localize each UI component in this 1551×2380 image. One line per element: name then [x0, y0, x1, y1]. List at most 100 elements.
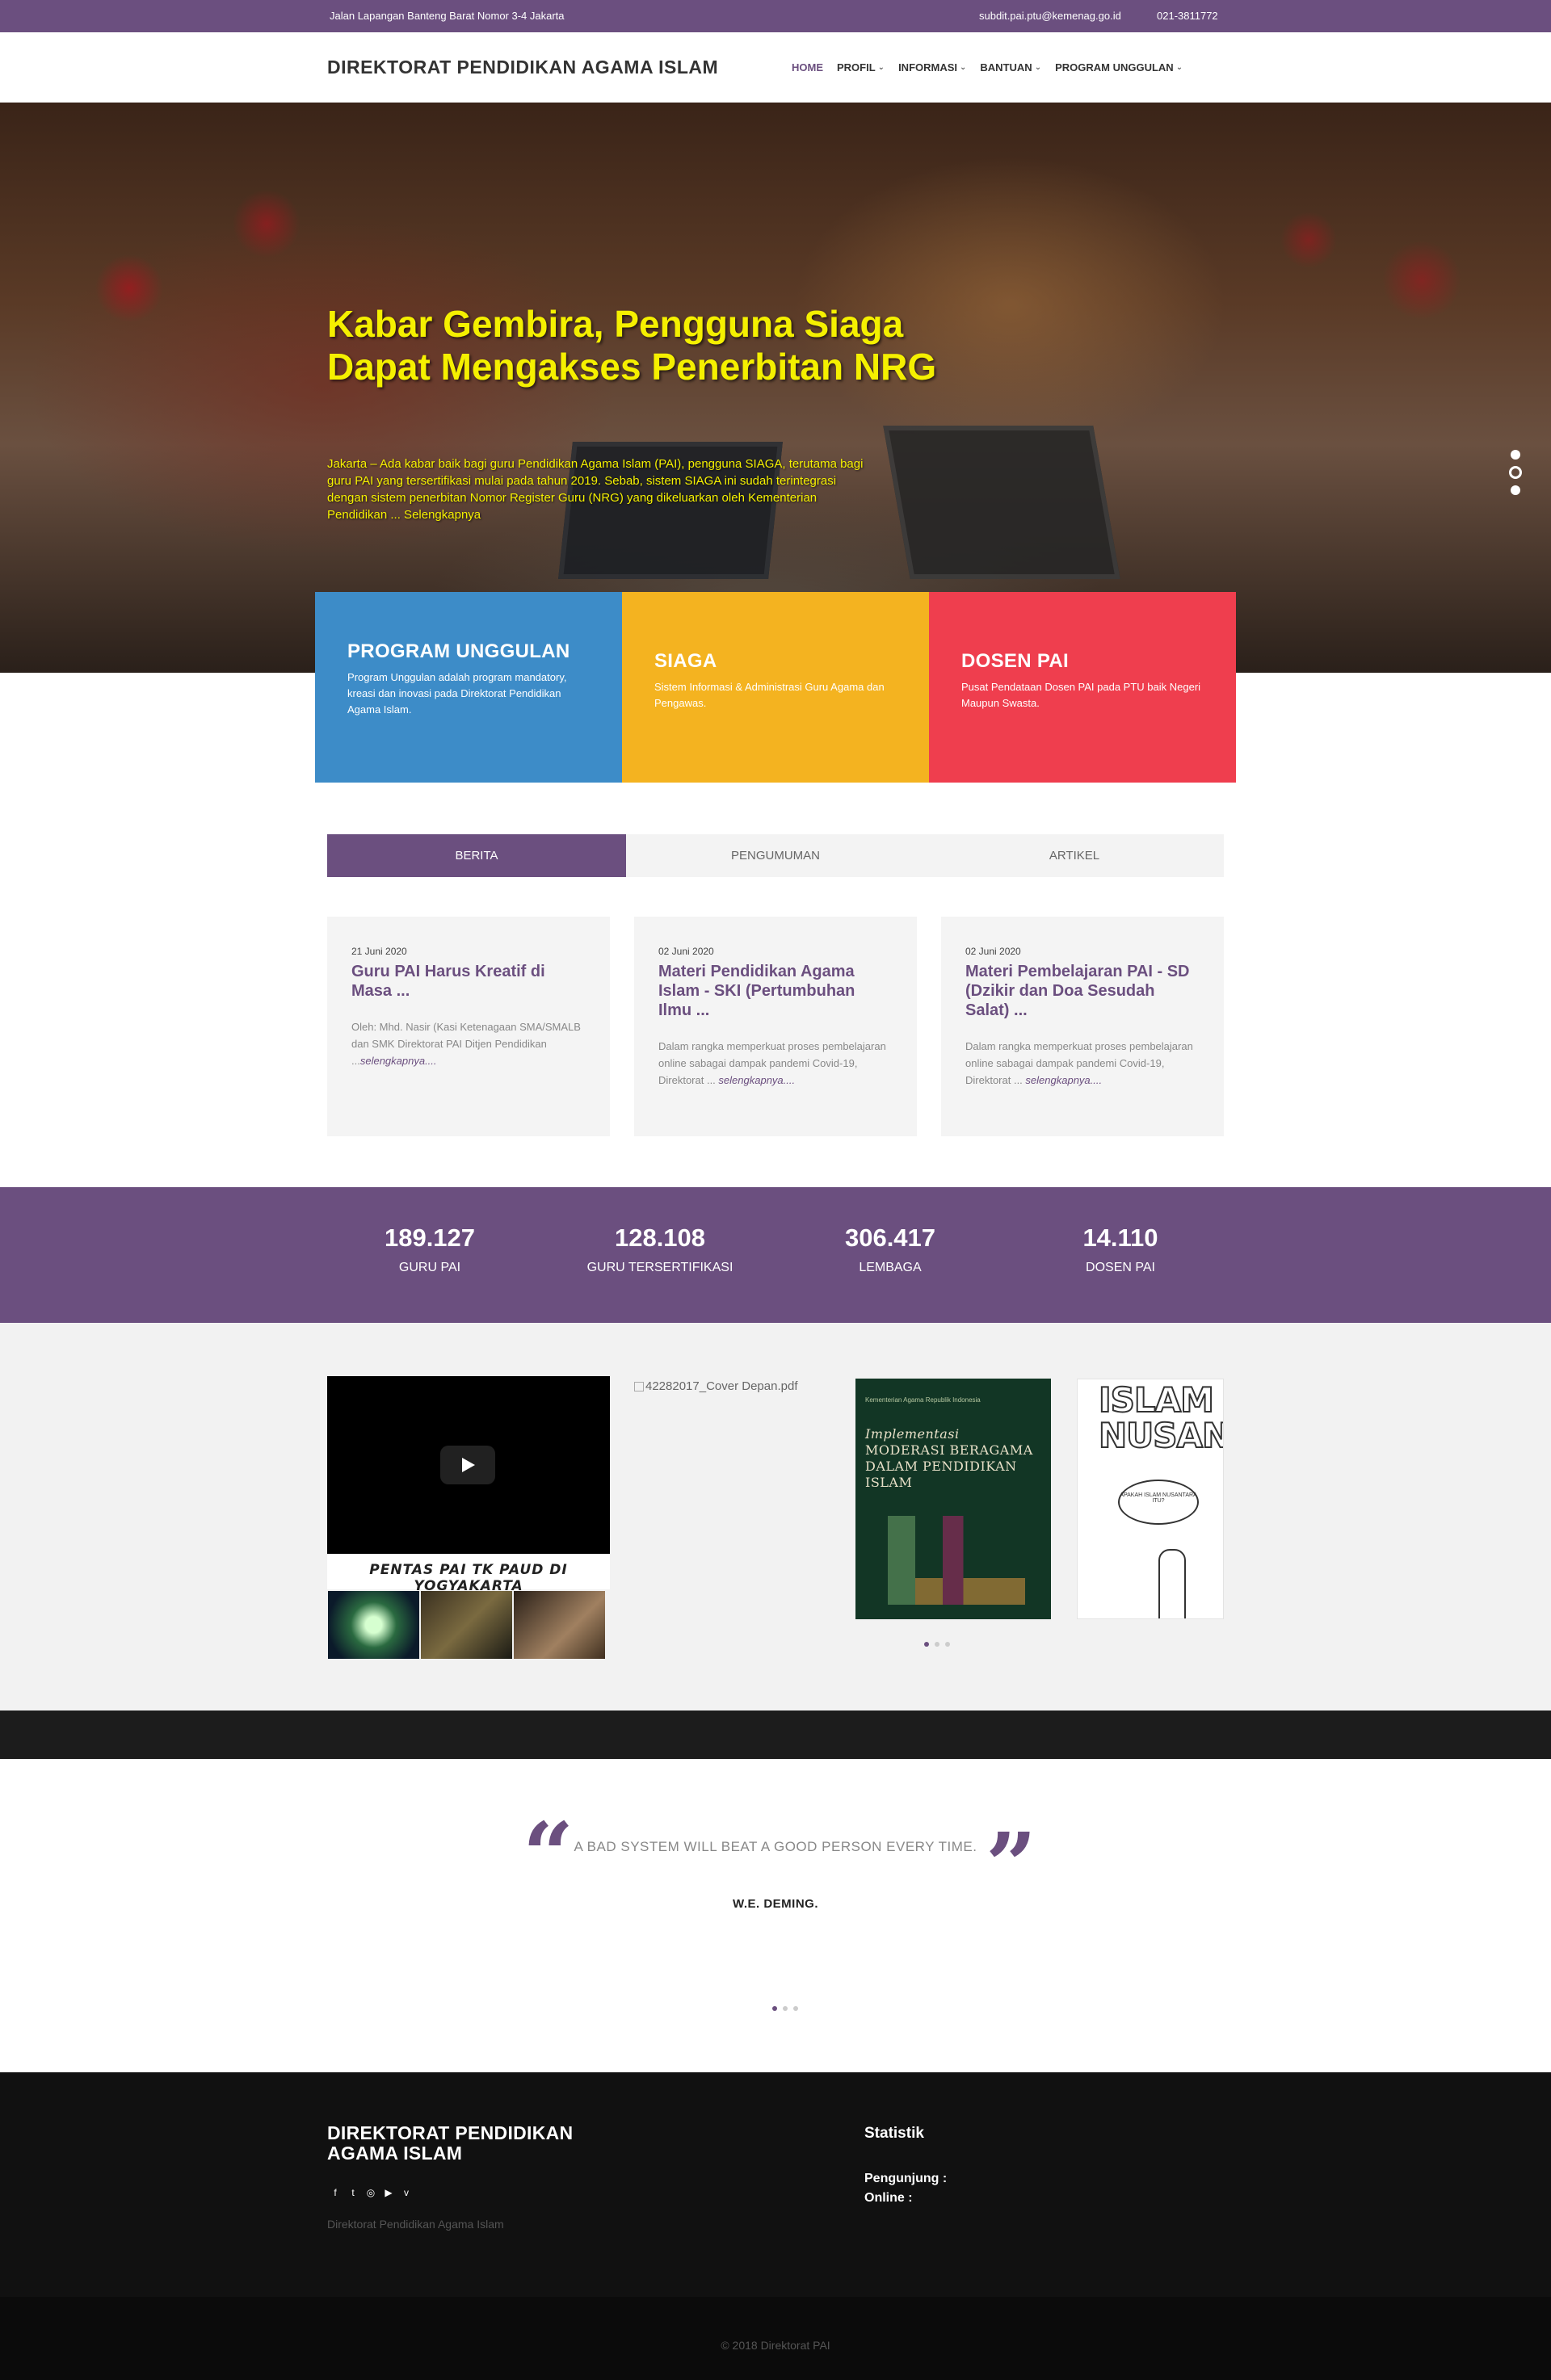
book-title-main: MODERASI BERAGAMA DALAM PENDIDIKAN ISLAM — [865, 1442, 1033, 1490]
feature-text: Program Unggulan adalah program mandator… — [347, 671, 567, 716]
feature-title: PROGRAM UNGGULAN — [347, 640, 570, 662]
hero-slider[interactable]: Kabar Gembira, Pengguna Siaga Dapat Meng… — [0, 103, 1551, 673]
phone-text: 021-3811772 — [1157, 10, 1218, 22]
site-brand[interactable]: DIREKTORAT PENDIDIKAN AGAMA ISLAM — [327, 57, 718, 78]
stat-value: 128.108 — [614, 1224, 706, 1252]
book-title: ISLAM NUSANTARA — [1098, 1380, 1223, 1455]
feature-program-unggulan[interactable]: PROGRAM UNGGULAN Program Unggulan adalah… — [315, 592, 622, 783]
carousel-dot[interactable] — [945, 1642, 950, 1647]
hero-title[interactable]: Kabar Gembira, Pengguna Siaga Dapat Meng… — [327, 303, 941, 388]
video-thumbnail[interactable] — [328, 1591, 419, 1659]
nav-informasi[interactable]: INFORMASI ⌄ — [898, 61, 966, 73]
nav-home-label: HOME — [792, 61, 823, 73]
carousel-dot-active[interactable] — [924, 1642, 929, 1647]
video-player[interactable] — [327, 1376, 610, 1554]
copyright-bar: © 2018 Direktorat PAI — [0, 2297, 1551, 2380]
quote-dot[interactable] — [793, 2006, 798, 2011]
social-links: f t ◎ ▶ v — [330, 2187, 412, 2198]
broken-image-alt: 42282017_Cover Depan.pdf — [645, 1379, 798, 1393]
read-more-link[interactable]: selengkapnya.... — [1025, 1074, 1102, 1086]
news-title[interactable]: Guru PAI Harus Kreatif di Masa ... — [351, 962, 586, 1001]
news-date: 02 Juni 2020 — [965, 946, 1021, 957]
book-title-italic: Implementasi — [865, 1426, 960, 1442]
stat-guru-pai: 189.127 GURU PAI — [309, 1224, 551, 1275]
feature-title: SIAGA — [654, 650, 717, 672]
hero-dot-active[interactable] — [1509, 466, 1522, 479]
news-excerpt: Oleh: Mhd. Nasir (Kasi Ketenagaan SMA/SM… — [351, 1018, 586, 1069]
nav-bantuan[interactable]: BANTUAN ⌄ — [980, 61, 1041, 73]
news-excerpt: Dalam rangka memperkuat proses pembelaja… — [965, 1038, 1200, 1089]
stat-label: DOSEN PAI — [1086, 1261, 1155, 1274]
read-more-link[interactable]: selengkapnya.... — [718, 1074, 795, 1086]
quote-open-icon: “ — [523, 1803, 574, 1907]
feature-title: DOSEN PAI — [961, 650, 1069, 672]
tab-berita[interactable]: BERITA — [327, 834, 626, 877]
nav-profil[interactable]: PROFIL ⌄ — [837, 61, 885, 73]
instagram-icon[interactable]: ◎ — [365, 2187, 376, 2198]
feature-dosen-pai[interactable]: DOSEN PAI Pusat Pendataan Dosen PAI pada… — [929, 592, 1236, 783]
book-cover-moderasi[interactable]: Kementerian Agama Republik Indonesia Imp… — [855, 1379, 1051, 1619]
book-title: Implementasi MODERASI BERAGAMA DALAM PEND… — [865, 1426, 1041, 1491]
stat-label: GURU PAI — [398, 1261, 461, 1274]
news-card: 02 Juni 2020 Materi Pembelajaran PAI - S… — [941, 917, 1224, 1136]
news-excerpt: Dalam rangka memperkuat proses pembelaja… — [658, 1038, 893, 1089]
book-cover-islam-nusantara[interactable]: ISLAM NUSANTARA APAKAH ISLAM NUSANTARA I… — [1077, 1379, 1224, 1619]
facebook-icon[interactable]: f — [330, 2187, 341, 2198]
tab-pengumuman[interactable]: PENGUMUMAN — [626, 834, 925, 877]
nav-informasi-label: INFORMASI — [898, 61, 958, 73]
quote-dot-active[interactable] — [772, 2006, 777, 2011]
youtube-icon[interactable]: ▶ — [383, 2187, 394, 2198]
carousel-dot[interactable] — [935, 1642, 939, 1647]
puzzle-illustration — [888, 1516, 1025, 1605]
broken-image[interactable]: 42282017_Cover Depan.pdf — [634, 1379, 797, 1393]
news-card: 21 Juni 2020 Guru PAI Harus Kreatif di M… — [327, 917, 610, 1136]
top-bar: Jalan Lapangan Banteng Barat Nomor 3-4 J… — [0, 0, 1551, 32]
nav-program-unggulan[interactable]: PROGRAM UNGGULAN ⌄ — [1055, 61, 1183, 73]
stats-bar: 189.127 GURU PAI 128.108 GURU TERSERTIFI… — [0, 1187, 1551, 1323]
stat-value: 306.417 — [844, 1224, 936, 1252]
nav-program-unggulan-label: PROGRAM UNGGULAN — [1055, 61, 1174, 73]
stat-value: 189.127 — [384, 1224, 476, 1252]
site-header: DIREKTORAT PENDIDIKAN AGAMA ISLAM HOME P… — [0, 32, 1551, 103]
play-icon[interactable] — [440, 1446, 495, 1484]
chevron-down-icon: ⌄ — [960, 63, 967, 72]
twitter-icon[interactable]: t — [347, 2187, 359, 2198]
figure-illustration — [1158, 1549, 1186, 1618]
chevron-down-icon: ⌄ — [1175, 63, 1183, 72]
visitors-label: Pengunjung : — [864, 2172, 948, 2185]
stat-label: LEMBAGA — [859, 1261, 922, 1274]
address-text: Jalan Lapangan Banteng Barat Nomor 3-4 J… — [330, 10, 565, 22]
book-publisher: Kementerian Agama Republik Indonesia — [865, 1396, 981, 1404]
footer-brand: DIREKTORAT PENDIDIKAN AGAMA ISLAM — [327, 2122, 574, 2164]
footer-description: Direktorat Pendidikan Agama Islam — [327, 2218, 504, 2231]
read-more-link[interactable]: selengkapnya.... — [360, 1055, 437, 1067]
news-date: 02 Juni 2020 — [658, 946, 714, 957]
vimeo-icon[interactable]: v — [401, 2187, 412, 2198]
news-title[interactable]: Materi Pembelajaran PAI - SD (Dzikir dan… — [965, 962, 1200, 1020]
speech-bubble: APAKAH ISLAM NUSANTARA ITU? — [1118, 1480, 1199, 1525]
news-title[interactable]: Materi Pendidikan Agama Islam - SKI (Per… — [658, 962, 893, 1020]
feature-text: Pusat Pendataan Dosen PAI pada PTU baik … — [961, 681, 1201, 709]
video-thumbnail[interactable] — [514, 1591, 605, 1659]
feature-text: Sistem Informasi & Administrasi Guru Aga… — [654, 681, 885, 709]
quote-dot[interactable] — [783, 2006, 788, 2011]
hero-dot[interactable] — [1511, 485, 1520, 495]
divider-band — [0, 1710, 1551, 1759]
nav-profil-label: PROFIL — [837, 61, 876, 73]
email-link[interactable]: subdit.pai.ptu@kemenag.go.id — [979, 10, 1121, 22]
nav-home[interactable]: HOME — [792, 61, 823, 73]
video-thumbnail[interactable] — [421, 1591, 512, 1659]
chevron-down-icon: ⌄ — [877, 63, 885, 72]
video-caption: PENTAS PAI TK PAUD DI YOGYAKARTA — [327, 1554, 610, 1594]
chevron-down-icon: ⌄ — [1034, 63, 1042, 72]
hero-excerpt: Jakarta – Ada kabar baik bagi guru Pendi… — [327, 457, 864, 522]
hero-pagination — [1509, 450, 1522, 495]
hero-dot[interactable] — [1511, 450, 1520, 460]
quote-pagination — [772, 2006, 798, 2011]
media-carousel-pagination — [924, 1642, 950, 1647]
stat-lembaga: 306.417 LEMBAGA — [769, 1224, 1011, 1275]
footer: DIREKTORAT PENDIDIKAN AGAMA ISLAM f t ◎ … — [0, 2072, 1551, 2297]
feature-siaga[interactable]: SIAGA Sistem Informasi & Administrasi Gu… — [622, 592, 929, 783]
footer-visitor-stats: Pengunjung : Online : — [864, 2169, 947, 2208]
tab-artikel[interactable]: ARTIKEL — [925, 834, 1224, 877]
